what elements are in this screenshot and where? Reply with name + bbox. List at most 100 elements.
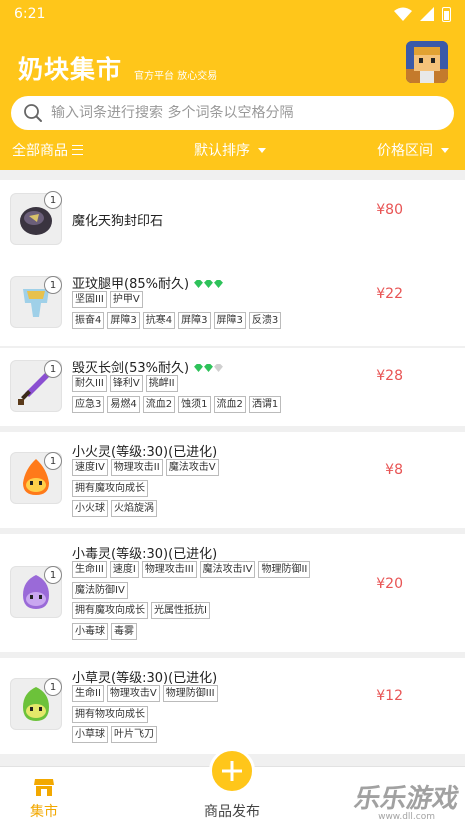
attribute-tag: 拥有魔攻向成长 [72,602,148,619]
attribute-tag: 物理攻击II [110,459,163,476]
attribute-tag: 锋利V [109,375,143,392]
product-name: 亚玟腿甲(85%耐久) [72,273,224,292]
attribute-tag: 拥有物攻向成长 [72,706,148,723]
wifi-icon [394,7,412,21]
filter-bar: 全部商品 默认排序 价格区间 [0,140,465,166]
attribute-tag: 流血2 [142,396,176,413]
product-price: ¥28 [376,368,403,384]
skill-tag: 毒雾 [111,623,137,640]
attribute-tag: 蚀须1 [178,396,211,413]
search-bar[interactable] [11,96,454,130]
attribute-row: 小草球 叶片飞刀 [72,726,157,743]
gem-icon [194,280,204,288]
attribute-row: 应急3 易燃4 流血2 蚀须1 流血2 洒谓1 [72,396,282,413]
signal-icon [420,7,434,21]
gem-icon [214,280,224,288]
attribute-row: 生命III 速度I 物理攻击III 魔法攻击IV 物理防御II [72,561,311,578]
gem-icon [204,280,214,288]
search-input[interactable] [51,105,431,121]
quantity-badge: 1 [44,566,62,584]
attribute-row: 拥有物攻向成长 [72,706,148,723]
attribute-tag: 坚固III [72,291,107,308]
search-icon [24,104,42,122]
caret-down-icon [258,147,266,153]
quantity-badge: 1 [44,452,62,470]
skill-tag: 小草球 [72,726,108,743]
attribute-tag: 挑衅II [145,375,178,392]
attribute-tag: 抗寒4 [142,312,176,329]
product-price: ¥80 [376,202,403,218]
attribute-tag: 速度IV [72,459,108,476]
gem-empty-icon [214,364,224,372]
attribute-tag: 反溃3 [248,312,282,329]
status-icons [394,6,451,22]
product-name: 魔化天狗封印石 [72,214,164,229]
filter-sort-label: 默认排序 [194,143,250,159]
avatar[interactable] [406,41,448,83]
store-icon [34,779,54,796]
product-card[interactable]: 1 小火灵(等级:30)(已进化) 速度IV 物理攻击II 魔法攻击V 拥有魔攻… [0,432,465,528]
quantity-badge: 1 [44,678,62,696]
attribute-tag: 物理攻击III [141,561,197,578]
attribute-tag: 应急3 [72,396,105,413]
attribute-row: 坚固III 护甲V [72,291,143,308]
attribute-row: 拥有魔攻向成长 [72,480,148,497]
product-card[interactable]: 1 小毒灵(等级:30)(已进化) 生命III 速度I 物理攻击III 魔法攻击… [0,534,465,652]
attribute-row: 生命II 物理攻击V 物理防御III [72,685,218,702]
nav-market[interactable]: 集市 [24,777,64,821]
attribute-row: 小火球 火焰旋涡 [72,500,157,517]
product-card[interactable]: 1 亚玟腿甲(85%耐久) 坚固III 护甲V 振奋4 屏障3 抗寒4 屏障3 … [0,264,465,346]
attribute-tag: 物理防御III [162,685,218,702]
attribute-tag: 魔法防御IV [72,582,128,599]
nav-market-label: 集市 [30,804,58,820]
attribute-tag: 护甲V [109,291,143,308]
product-card[interactable]: 1 小草灵(等级:30)(已进化) 生命II 物理攻击V 物理防御III 拥有物… [0,658,465,754]
product-name: 毁灭长剑(53%耐久) [72,357,224,376]
attribute-tag: 生命III [72,561,107,578]
attribute-tag: 物理防御II [258,561,311,578]
filter-all-label: 全部商品 [12,143,68,159]
quantity-badge: 1 [44,191,62,209]
attribute-tag: 魔法攻击V [165,459,219,476]
product-name: 小毒灵(等级:30)(已进化) [72,547,218,562]
attribute-tag: 生命II [72,685,104,702]
status-time: 6:21 [14,6,46,22]
quantity-badge: 1 [44,360,62,378]
filter-all-products[interactable]: 全部商品 [12,140,83,160]
attribute-row: 速度IV 物理攻击II 魔法攻击V [72,459,219,476]
attribute-tag: 屏障3 [107,312,140,329]
attribute-tag: 速度I [109,561,139,578]
battery-icon [442,6,451,22]
product-name-text: 毁灭长剑(53%耐久) [72,361,190,376]
filter-price-range[interactable]: 价格区间 [377,140,449,160]
filter-price-label: 价格区间 [377,143,433,159]
product-price: ¥12 [376,688,403,704]
attribute-tag: 耐久III [72,375,107,392]
caret-down-icon [441,147,449,153]
product-card[interactable]: 1 魔化天狗封印石 ¥80 [0,180,465,266]
product-name: 小草灵(等级:30)(已进化) [72,671,218,686]
attribute-row: 耐久III 锋利V 挑衅II [72,375,178,392]
attribute-tag: 流血2 [213,396,246,413]
skill-tag: 小火球 [72,500,108,517]
attribute-row: 魔法防御IV [72,582,128,599]
watermark-url: www.dll.com [378,812,435,822]
product-price: ¥22 [376,286,403,302]
attribute-row: 拥有魔攻向成长 光属性抵抗I [72,602,210,619]
attribute-tag: 魔法攻击IV [199,561,256,578]
attribute-tag: 屏障3 [213,312,246,329]
status-bar: 6:21 [0,0,465,28]
filter-sort[interactable]: 默认排序 [194,140,266,160]
attribute-tag: 物理攻击V [106,685,160,702]
avatar-image [406,41,448,83]
product-name-text: 亚玟腿甲(85%耐久) [72,277,190,292]
attribute-tag: 光属性抵抗I [151,602,210,619]
publish-button[interactable] [209,748,255,794]
attribute-tag: 易燃4 [107,396,140,413]
attribute-tag: 洒谓1 [248,396,282,413]
app-subtitle: 官方平台 放心交易 [134,71,218,82]
product-card[interactable]: 1 毁灭长剑(53%耐久) 耐久III 锋利V 挑衅II 应急3 易燃4 流血2… [0,348,465,426]
attribute-tag: 振奋4 [72,312,105,329]
attribute-tag: 屏障3 [178,312,211,329]
attribute-row: 振奋4 屏障3 抗寒4 屏障3 屏障3 反溃3 [72,312,282,329]
